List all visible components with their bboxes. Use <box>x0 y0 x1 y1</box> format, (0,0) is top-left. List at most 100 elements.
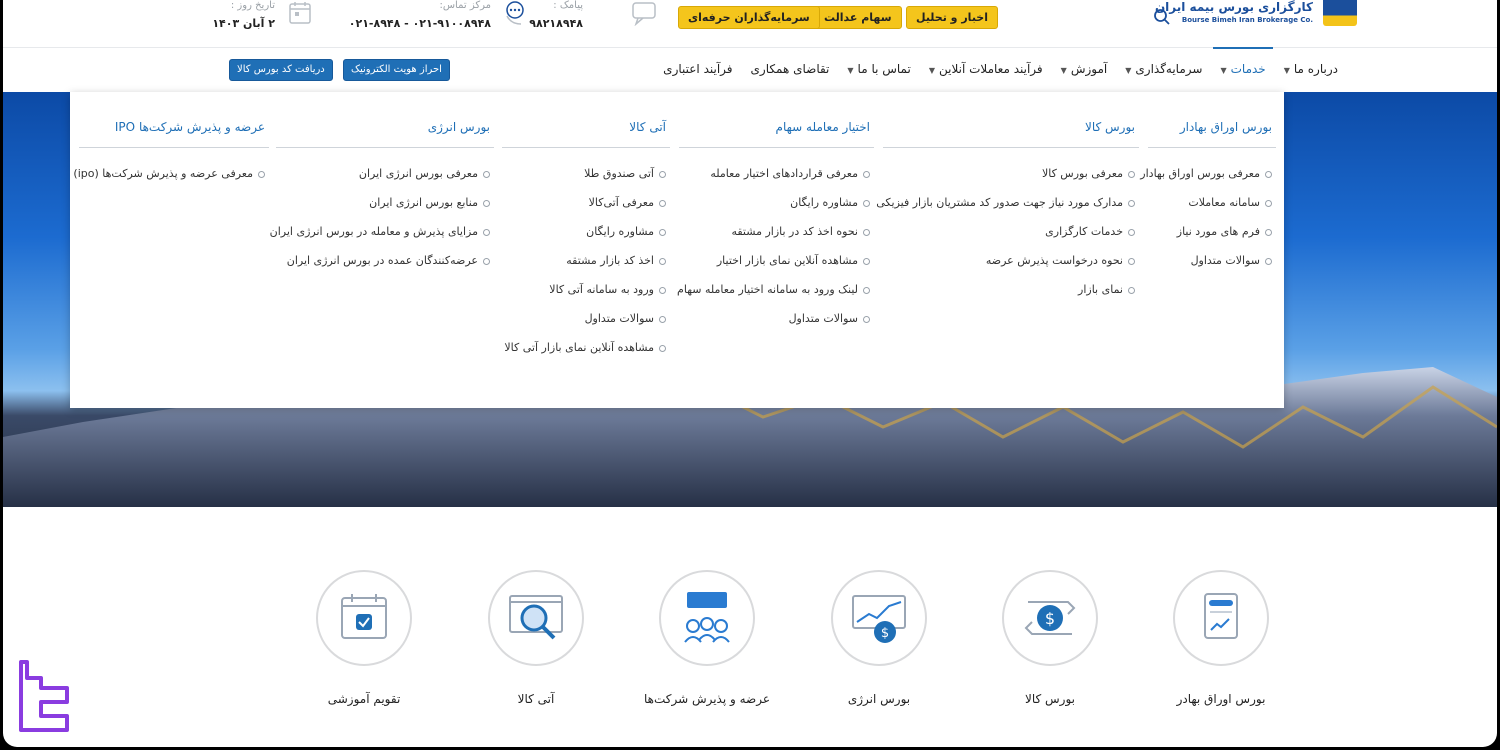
main-nav: درباره ما▼ خدمات▼ سرمایه‌گذاری▼ آموزش▼ ف… <box>654 47 1347 82</box>
menu-link[interactable]: مشاهده آنلاین نمای بازار اختیار <box>679 249 874 278</box>
nav-label: تقاضای همکاری <box>750 62 830 76</box>
nav-item-investment[interactable]: سرمایه‌گذاری▼ <box>1116 58 1211 82</box>
phone-icon <box>501 0 529 30</box>
brand-logo[interactable]: کارگزاری بورس بیمه ایران Bourse Bimeh Ir… <box>1155 0 1357 30</box>
chevron-down-icon: ▼ <box>1220 66 1227 75</box>
menu-column-title[interactable]: بورس انرژی <box>276 92 494 148</box>
menu-link[interactable]: منابع بورس انرژی ایران <box>276 191 494 220</box>
header-divider <box>3 47 1497 48</box>
get-commodity-code-button[interactable]: دریافت کد بورس کالا <box>229 59 333 81</box>
menu-link[interactable]: معرفی عرضه و پذیرش شرکت‌ها (ipo) <box>73 162 269 191</box>
menu-column-title[interactable]: اختیار معامله سهام <box>679 92 874 148</box>
menu-link[interactable]: مزایای پذیرش و معامله در بورس انرژی ایرا… <box>270 220 494 249</box>
magnifier-browser-icon <box>488 570 584 666</box>
calendar-check-icon <box>316 570 412 666</box>
chart-dollar-icon: $ <box>831 570 927 666</box>
menu-link[interactable]: عرضه‌کنندگان عمده در بورس انرژی ایران <box>276 249 494 278</box>
svg-text:$: $ <box>1045 609 1055 628</box>
nav-label: درباره ما <box>1293 62 1338 76</box>
service-energy[interactable]: $ بورس انرژی <box>829 570 929 706</box>
menu-column-futures: آتی کالا آتی صندوق طلا معرفی آتی‌کالا مش… <box>502 92 670 365</box>
service-label: بورس انرژی <box>847 692 911 706</box>
nav-item-about[interactable]: درباره ما▼ <box>1275 58 1347 82</box>
nav-item-cooperation[interactable]: تقاضای همکاری <box>742 58 839 82</box>
logo-mark-icon <box>1323 0 1357 26</box>
menu-link[interactable]: مشاوره رایگان <box>679 191 874 220</box>
nav-label: خدمات <box>1230 62 1266 76</box>
service-label: آتی کالا <box>517 692 555 706</box>
service-label: تقویم آموزشی <box>327 692 401 706</box>
nav-item-services[interactable]: خدمات▼ <box>1211 47 1274 82</box>
dollar-exchange-icon: $ <box>1002 570 1098 666</box>
people-chat-icon <box>659 570 755 666</box>
menu-column-title[interactable]: بورس کالا <box>883 92 1139 148</box>
service-futures[interactable]: آتی کالا <box>486 570 586 706</box>
menu-link[interactable]: خدمات کارگزاری <box>883 220 1139 249</box>
service-ipo[interactable]: عرضه و پذیرش شرکت‌ها <box>644 570 770 706</box>
nav-label: فرآیند اعتباری <box>663 62 733 76</box>
menu-link[interactable]: نحوه اخذ کد در بازار مشتقه <box>679 220 874 249</box>
date-value: ۲ آبان ۱۴۰۳ <box>212 17 275 30</box>
menu-link[interactable]: اخذ کد بازار مشتقه <box>502 249 670 278</box>
services-mega-menu: بورس اوراق بهادار معرفی بورس اوراق بهادا… <box>70 92 1284 408</box>
brand-name-en: Bourse Bimeh Iran Brokerage Co. <box>1181 16 1313 24</box>
nav-item-education[interactable]: آموزش▼ <box>1052 58 1117 82</box>
service-label: بورس اوراق بهادر <box>1176 692 1266 706</box>
call-center-number: ۰۲۱-۹۱۰۰۸۹۴۸ - ۰۲۱-۸۹۴۸ <box>348 17 491 30</box>
menu-column-title[interactable]: عرضه و پذیرش شرکت‌ها IPO <box>79 92 269 148</box>
menu-column-options: اختیار معامله سهام معرفی قراردادهای اختی… <box>677 92 874 336</box>
menu-link[interactable]: مشاوره رایگان <box>502 220 670 249</box>
nav-item-contact[interactable]: تماس با ما▼ <box>838 58 919 82</box>
menu-link[interactable]: نمای بازار <box>883 278 1139 307</box>
call-center-info: مرکز تماس: ۰۲۱-۹۱۰۰۸۹۴۸ - ۰۲۱-۸۹۴۸ <box>331 0 491 30</box>
news-analysis-button[interactable]: اخبار و تحلیل <box>906 6 999 29</box>
menu-column-commodity: بورس کالا معرفی بورس کالا مدارک مورد نیا… <box>876 92 1139 307</box>
menu-link[interactable]: مشاهده آنلاین نمای بازار آتی کالا <box>502 336 670 365</box>
menu-column-title[interactable]: آتی کالا <box>502 92 670 148</box>
menu-link[interactable]: آتی صندوق طلا <box>502 162 670 191</box>
menu-link[interactable]: مدارک مورد نیاز جهت صدور کد مشتریان بازا… <box>876 191 1139 220</box>
sms-label: پیامک : <box>553 0 583 11</box>
service-commodity[interactable]: $ بورس کالا <box>1000 570 1100 706</box>
e-authentication-button[interactable]: احراز هویت الکترونیک <box>343 59 450 81</box>
menu-link[interactable]: نحوه درخواست پذیرش عرضه <box>883 249 1139 278</box>
justice-shares-button[interactable]: سهام عدالت <box>814 6 902 29</box>
nav-label: تماس با ما <box>857 62 911 76</box>
service-securities[interactable]: بورس اوراق بهادر <box>1171 570 1271 706</box>
date-info: تاریخ روز : ۲ آبان ۱۴۰۳ <box>212 0 275 30</box>
menu-link[interactable]: معرفی قراردادهای اختیار معامله <box>679 162 874 191</box>
nav-item-credit-process[interactable]: فرآیند اعتباری <box>654 58 741 82</box>
chevron-down-icon: ▼ <box>847 66 854 75</box>
menu-link[interactable]: فرم های مورد نیاز <box>1148 220 1276 249</box>
menu-link[interactable]: معرفی بورس اوراق بهادار <box>1140 162 1276 191</box>
service-label: بورس کالا <box>1024 692 1075 706</box>
nav-item-online-trading[interactable]: فرآیند معاملات آنلاین ▼ <box>920 58 1052 82</box>
brand-name-fa: کارگزاری بورس بیمه ایران <box>1154 0 1313 14</box>
menu-column-ipo: عرضه و پذیرش شرکت‌ها IPO معرفی عرضه و پذ… <box>73 92 269 191</box>
menu-column-energy: بورس انرژی معرفی بورس انرژی ایران منابع … <box>270 92 494 278</box>
sms-number: ۹۸۲۱۸۹۴۸ <box>529 17 583 30</box>
chevron-down-icon: ▼ <box>928 66 935 75</box>
menu-link[interactable]: لینک ورود به سامانه اختیار معامله سهام <box>677 278 874 307</box>
menu-link[interactable]: سوالات متداول <box>502 307 670 336</box>
nav-label: فرآیند معاملات آنلاین <box>939 62 1043 76</box>
menu-column-title[interactable]: بورس اوراق بهادار <box>1148 92 1276 148</box>
chevron-down-icon: ▼ <box>1060 66 1067 75</box>
pro-investors-button[interactable]: سرمایه‌گذاران حرفه‌ای <box>678 6 820 29</box>
menu-link[interactable]: معرفی بورس انرژی ایران <box>276 162 494 191</box>
menu-link[interactable]: سوالات متداول <box>679 307 874 336</box>
service-training-calendar[interactable]: تقویم آموزشی <box>314 570 414 706</box>
call-center-label: مرکز تماس: <box>439 0 491 11</box>
menu-link[interactable]: سامانه معاملات <box>1148 191 1276 220</box>
menu-column-securities: بورس اوراق بهادار معرفی بورس اوراق بهادا… <box>1140 92 1276 278</box>
document-chart-icon <box>1173 570 1269 666</box>
menu-link[interactable]: سوالات متداول <box>1148 249 1276 278</box>
menu-link[interactable]: معرفی آتی‌کالا <box>502 191 670 220</box>
calendar-icon <box>286 0 314 30</box>
svg-text:$: $ <box>881 626 889 641</box>
menu-link[interactable]: معرفی بورس کالا <box>883 162 1139 191</box>
message-icon <box>630 0 658 30</box>
menu-link[interactable]: ورود به سامانه آتی کالا <box>502 278 670 307</box>
nav-label: سرمایه‌گذاری <box>1135 62 1203 76</box>
search-icon[interactable] <box>1153 8 1171 26</box>
